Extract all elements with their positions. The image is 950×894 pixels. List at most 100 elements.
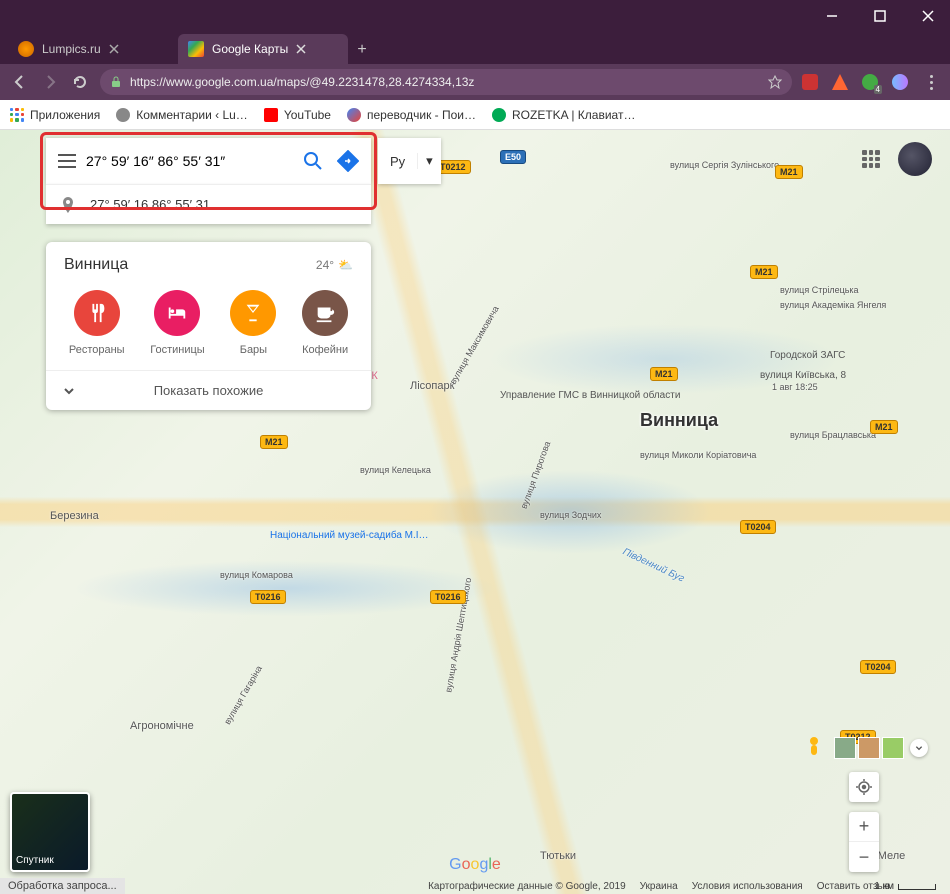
satellite-toggle[interactable]: Спутник — [10, 792, 90, 872]
place-label: 1 авг 18:25 — [772, 382, 818, 392]
tab-google-maps[interactable]: Google Карты — [178, 34, 348, 64]
attribution-link[interactable]: Украина — [640, 881, 678, 892]
favicon-icon — [188, 41, 204, 57]
tab-title: Lumpics.ru — [42, 42, 101, 56]
window-titlebar — [0, 0, 950, 32]
street-label: вулиця Сергія Зулінського — [670, 160, 779, 170]
bookmark-label: YouTube — [284, 108, 331, 122]
language-label: Ру — [378, 154, 417, 169]
place-label: Лісопарк — [410, 380, 454, 392]
poi-label[interactable]: вулиця Київська, 8 — [760, 370, 846, 381]
search-button[interactable] — [299, 147, 327, 175]
road-shield: T0216 — [250, 590, 286, 604]
cup-icon — [302, 290, 348, 336]
category-label: Гостиницы — [150, 344, 204, 356]
url-box[interactable]: https://www.google.com.ua/maps/@49.22314… — [100, 69, 792, 95]
category-coffee[interactable]: Кофейни — [302, 290, 348, 356]
google-logo: Google — [449, 856, 501, 874]
road-shield: M21 — [650, 367, 678, 381]
bookmark-item[interactable]: YouTube — [264, 108, 331, 122]
bookmark-label: ROZETKA | Клавиат… — [512, 108, 635, 122]
street-label: вулиця Комарова — [220, 570, 293, 580]
tab-strip: Lumpics.ru Google Карты + — [0, 32, 950, 64]
scale-bar: 1 км — [874, 881, 936, 892]
attribution: Картографические данные © Google, 2019 У… — [428, 881, 890, 892]
favicon-icon — [18, 41, 34, 57]
chevron-down-icon[interactable] — [910, 739, 928, 757]
poi-label[interactable]: Управление ГМС в Винницкой области — [500, 390, 680, 401]
apps-button[interactable]: Приложения — [10, 108, 100, 122]
poi-label[interactable]: Національний музей-садиба М.І… — [270, 530, 429, 541]
search-suggestion[interactable]: 27° 59′ 16 86° 55′ 31 — [46, 184, 371, 224]
window-maximize[interactable] — [866, 2, 894, 30]
ext-icon[interactable]: 4 — [862, 74, 878, 90]
browser-menu-button[interactable] — [922, 73, 940, 91]
language-selector[interactable]: Ру ▾ — [378, 138, 441, 184]
zoom-out-button[interactable]: − — [849, 842, 879, 872]
place-label: Агрономічне — [130, 720, 194, 732]
street-label: вулиця Гагаріна — [222, 664, 264, 726]
show-more-button[interactable]: Показать похожие — [46, 370, 371, 410]
place-label: Тютьки — [540, 850, 576, 862]
category-restaurants[interactable]: Рестораны — [69, 290, 125, 356]
url-text: https://www.google.com.ua/maps/@49.22314… — [130, 75, 760, 89]
bookmark-item[interactable]: переводчик - Пои… — [347, 108, 476, 122]
category-hotels[interactable]: Гостиницы — [150, 290, 204, 356]
new-tab-button[interactable]: + — [348, 36, 376, 64]
zoom-in-button[interactable]: + — [849, 812, 879, 842]
poi-label[interactable]: Городской ЗАГС — [770, 350, 845, 361]
status-bar: Обработка запроса... — [0, 878, 125, 894]
attribution-link[interactable]: Условия использования — [692, 881, 803, 892]
forward-button[interactable] — [40, 72, 60, 92]
top-right-controls — [862, 142, 932, 176]
ext-icon[interactable] — [832, 74, 848, 90]
city-main-label: Винница — [640, 410, 718, 431]
zoom-controls: + − — [849, 812, 879, 872]
place-label: Березина — [50, 510, 99, 522]
bookmark-label: Приложения — [30, 108, 100, 122]
tab-lumpics[interactable]: Lumpics.ru — [8, 34, 178, 64]
bookmark-icon — [116, 108, 130, 122]
road-shield: E50 — [500, 150, 526, 164]
directions-button[interactable] — [331, 144, 365, 178]
show-more-label: Показать похожие — [154, 383, 264, 398]
apps-icon — [10, 108, 24, 122]
pin-icon — [60, 197, 76, 213]
suggestion-text: 27° 59′ 16 86° 55′ 31 — [90, 197, 210, 212]
street-label: вулиця Максимовича — [448, 304, 501, 386]
my-location-button[interactable] — [849, 772, 879, 802]
close-icon[interactable] — [109, 44, 119, 54]
pegman-button[interactable] — [800, 734, 828, 762]
bed-icon — [154, 290, 200, 336]
back-button[interactable] — [10, 72, 30, 92]
bookmark-item[interactable]: Комментарии ‹ Lu… — [116, 108, 248, 122]
bookmark-item[interactable]: ROZETKA | Клавиат… — [492, 108, 635, 122]
google-apps-button[interactable] — [862, 150, 880, 168]
satellite-label: Спутник — [16, 855, 54, 866]
window-close[interactable] — [914, 2, 942, 30]
road-shield: M21 — [870, 420, 898, 434]
glass-icon — [230, 290, 276, 336]
star-icon[interactable] — [768, 75, 782, 89]
road-shield: M21 — [260, 435, 288, 449]
bookmark-label: переводчик - Пои… — [367, 108, 476, 122]
search-input[interactable] — [76, 153, 299, 169]
bookmarks-bar: Приложения Комментарии ‹ Lu… YouTube пер… — [0, 100, 950, 130]
reload-button[interactable] — [70, 72, 90, 92]
address-bar: https://www.google.com.ua/maps/@49.22314… — [0, 64, 950, 100]
menu-button[interactable] — [58, 152, 76, 170]
ext-icon[interactable] — [802, 74, 818, 90]
tab-title: Google Карты — [212, 42, 288, 56]
road-shield: T0204 — [860, 660, 896, 674]
imagery-thumbnails[interactable] — [834, 737, 904, 759]
street-label: вулиця Стрілецька — [780, 285, 859, 295]
panel-city: Винница — [64, 256, 128, 274]
account-avatar[interactable] — [898, 142, 932, 176]
close-icon[interactable] — [296, 44, 306, 54]
window-minimize[interactable] — [818, 2, 846, 30]
map-controls: + − — [800, 734, 928, 872]
ext-icon[interactable] — [892, 74, 908, 90]
road-shield: M21 — [775, 165, 803, 179]
category-bars[interactable]: Бары — [230, 290, 276, 356]
category-label: Кофейни — [302, 344, 348, 356]
